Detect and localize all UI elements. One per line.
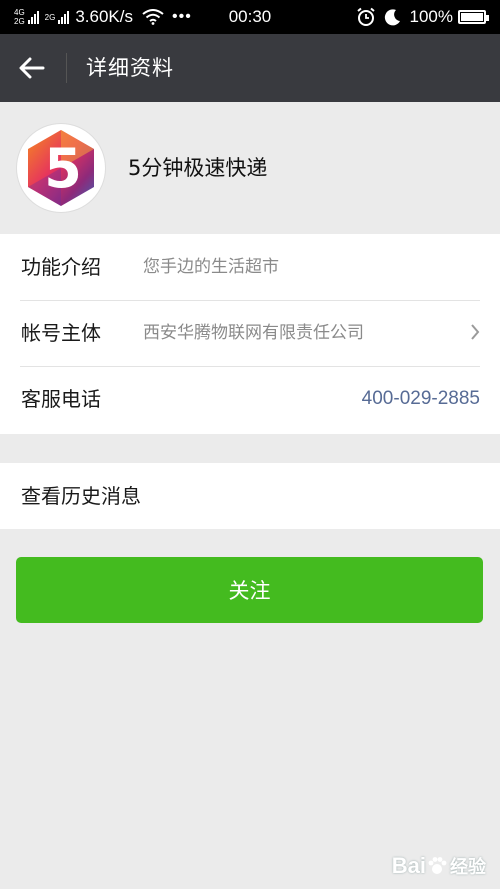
account-subject-value: 西安华腾物联网有限责任公司 xyxy=(143,323,364,343)
more-notifications-icon: ••• xyxy=(172,8,192,25)
battery-icon xyxy=(458,10,489,24)
service-phone-label: 客服电话 xyxy=(21,387,101,411)
watermark-suffix: 经验 xyxy=(450,857,486,877)
view-history-row[interactable]: 查看历史消息 xyxy=(0,463,500,529)
paw-icon xyxy=(428,857,447,874)
network-type-top: 4G xyxy=(14,8,25,17)
baidu-watermark: Bai 经验 xyxy=(392,853,486,879)
title-bar: 详细资料 xyxy=(0,34,500,102)
arrow-left-icon xyxy=(19,57,45,79)
watermark-text: Bai xyxy=(391,853,426,878)
back-button[interactable] xyxy=(12,48,52,88)
svg-text:5: 5 xyxy=(44,137,82,200)
battery-level xyxy=(461,13,483,21)
chevron-right-icon xyxy=(471,324,480,340)
intro-label: 功能介绍 xyxy=(21,255,101,279)
view-history-label: 查看历史消息 xyxy=(21,484,141,508)
battery-percent: 100% xyxy=(409,7,453,26)
network-type-indicator-2: 2G xyxy=(45,13,56,22)
alarm-icon xyxy=(356,7,376,27)
account-subject-label: 帐号主体 xyxy=(21,321,101,345)
follow-button[interactable]: 关注 xyxy=(16,557,483,623)
intro-value: 您手边的生活超市 xyxy=(143,257,279,277)
network-type-indicator: 4G 2G xyxy=(14,8,25,26)
signal-icon-2 xyxy=(58,10,70,24)
moon-icon xyxy=(384,8,402,26)
page-title: 详细资料 xyxy=(86,56,174,80)
account-subject-row[interactable]: 帐号主体 西安华腾物联网有限责任公司 xyxy=(0,300,500,366)
signal-icon xyxy=(27,10,40,24)
service-phone-row: 客服电话 400-029-2885 xyxy=(0,366,500,432)
title-divider xyxy=(66,53,67,83)
avatar[interactable]: 5 xyxy=(17,124,105,212)
service-phone-link[interactable]: 400-029-2885 xyxy=(362,366,480,432)
account-logo: 5 xyxy=(28,130,94,206)
info-list: 功能介绍 您手边的生活超市 帐号主体 西安华腾物联网有限责任公司 客服电话 40… xyxy=(0,234,500,434)
account-name: 5分钟极速快递 xyxy=(128,156,268,180)
network-type-2: 2G xyxy=(44,12,56,22)
network-type-bottom: 2G xyxy=(14,17,25,26)
network-speed: 3.60K/s xyxy=(75,7,133,26)
profile-header: 5 5分钟极速快递 xyxy=(0,102,500,234)
intro-row: 功能介绍 您手边的生活超市 xyxy=(0,234,500,300)
status-bar: 4G 2G 2G 3.60K/s ••• 00:30 100% xyxy=(0,0,500,34)
wifi-icon xyxy=(142,9,164,25)
